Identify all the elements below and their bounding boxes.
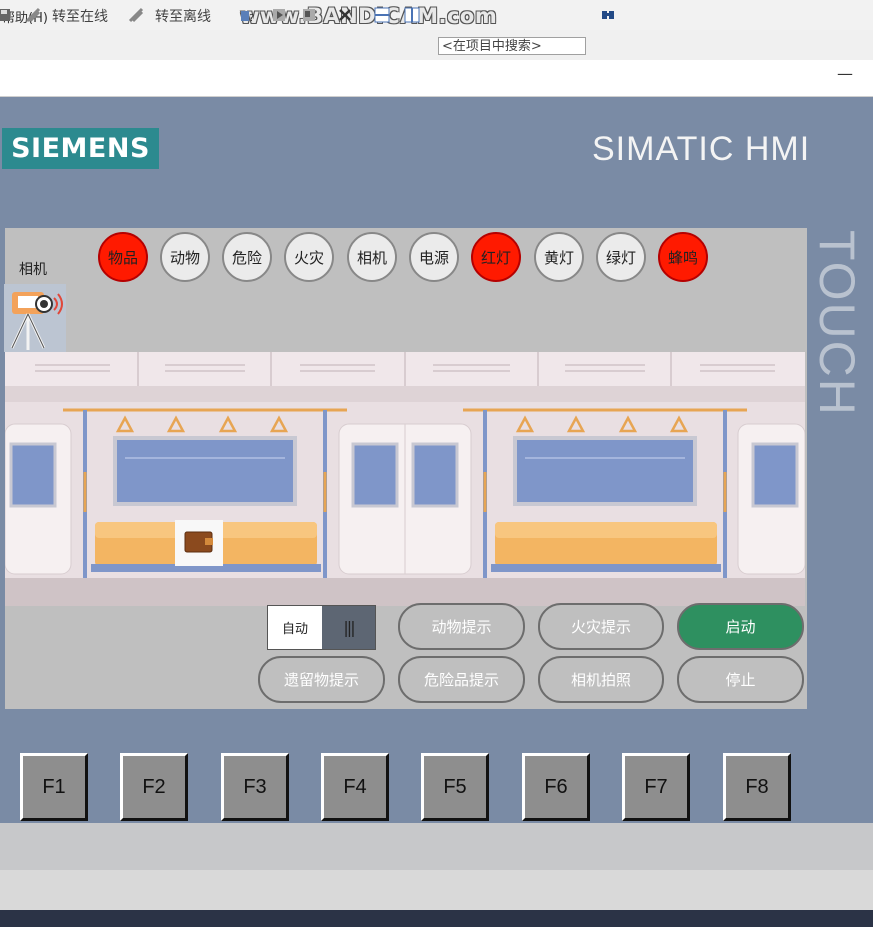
lamp-buzzer: 蜂鸣	[658, 232, 708, 282]
project-search-input[interactable]: <在项目中搜索>	[438, 37, 586, 55]
editor-titlebar	[0, 60, 873, 97]
split-vertical-icon[interactable]	[404, 7, 420, 23]
camera-label: 相机	[19, 262, 47, 278]
go-offline-icon[interactable]	[128, 7, 144, 23]
siemens-logo: SIEMENS	[2, 128, 159, 169]
search-icon[interactable]	[600, 7, 616, 23]
simulation-icon[interactable]	[272, 7, 288, 23]
monitor-icon[interactable]	[302, 7, 318, 23]
close-icon[interactable]	[337, 7, 353, 23]
go-online-icon[interactable]	[25, 7, 41, 23]
status-area	[0, 823, 873, 870]
simatic-hmi-label: SIMATIC HMI	[592, 130, 811, 168]
auto-mode-label[interactable]: 自动	[268, 606, 322, 649]
lamp-power: 电源	[409, 232, 459, 282]
function-key-f2[interactable]: F2	[120, 753, 188, 821]
stop-button[interactable]: 停止	[677, 656, 804, 703]
go-online-button[interactable]: 转至在线	[52, 6, 108, 26]
save-icon[interactable]	[0, 7, 12, 23]
split-horizontal-icon[interactable]	[374, 7, 390, 23]
lamp-red-light: 红灯	[471, 232, 521, 282]
lamp-danger: 危险	[222, 232, 272, 282]
animal-hint-button[interactable]: 动物提示	[398, 603, 525, 650]
accessible-devices-icon[interactable]: ?	[240, 7, 256, 23]
function-key-f3[interactable]: F3	[221, 753, 289, 821]
status-bar	[0, 870, 873, 910]
taskbar	[0, 910, 873, 927]
lamp-item: 物品	[98, 232, 148, 282]
dangerous-goods-hint-button[interactable]: 危险品提示	[398, 656, 525, 703]
start-button[interactable]: 启动	[677, 603, 804, 650]
left-behind-item-icon	[175, 520, 223, 566]
lamp-green-light: 绿灯	[596, 232, 646, 282]
function-key-f7[interactable]: F7	[622, 753, 690, 821]
function-key-f1[interactable]: F1	[20, 753, 88, 821]
toolbar	[0, 30, 873, 61]
switch-knob[interactable]: |||	[322, 606, 375, 649]
lamp-animal: 动物	[160, 232, 210, 282]
function-key-f8[interactable]: F8	[723, 753, 791, 821]
function-key-f4[interactable]: F4	[321, 753, 389, 821]
touch-label: TOUCH	[809, 230, 865, 417]
left-item-hint-button[interactable]: 遗留物提示	[258, 656, 385, 703]
function-key-f5[interactable]: F5	[421, 753, 489, 821]
minimize-button[interactable]: —	[837, 64, 853, 83]
camera-tripod-icon	[4, 284, 66, 352]
camera-photo-button[interactable]: 相机拍照	[538, 656, 664, 703]
train-interior-illustration	[5, 352, 805, 606]
lamp-fire: 火灾	[284, 232, 334, 282]
lamp-yellow-light: 黄灯	[534, 232, 584, 282]
fire-hint-button[interactable]: 火灾提示	[538, 603, 664, 650]
lamp-camera: 相机	[347, 232, 397, 282]
function-key-f6[interactable]: F6	[522, 753, 590, 821]
svg-text:?: ?	[249, 13, 254, 23]
go-offline-button[interactable]: 转至离线	[155, 6, 211, 26]
